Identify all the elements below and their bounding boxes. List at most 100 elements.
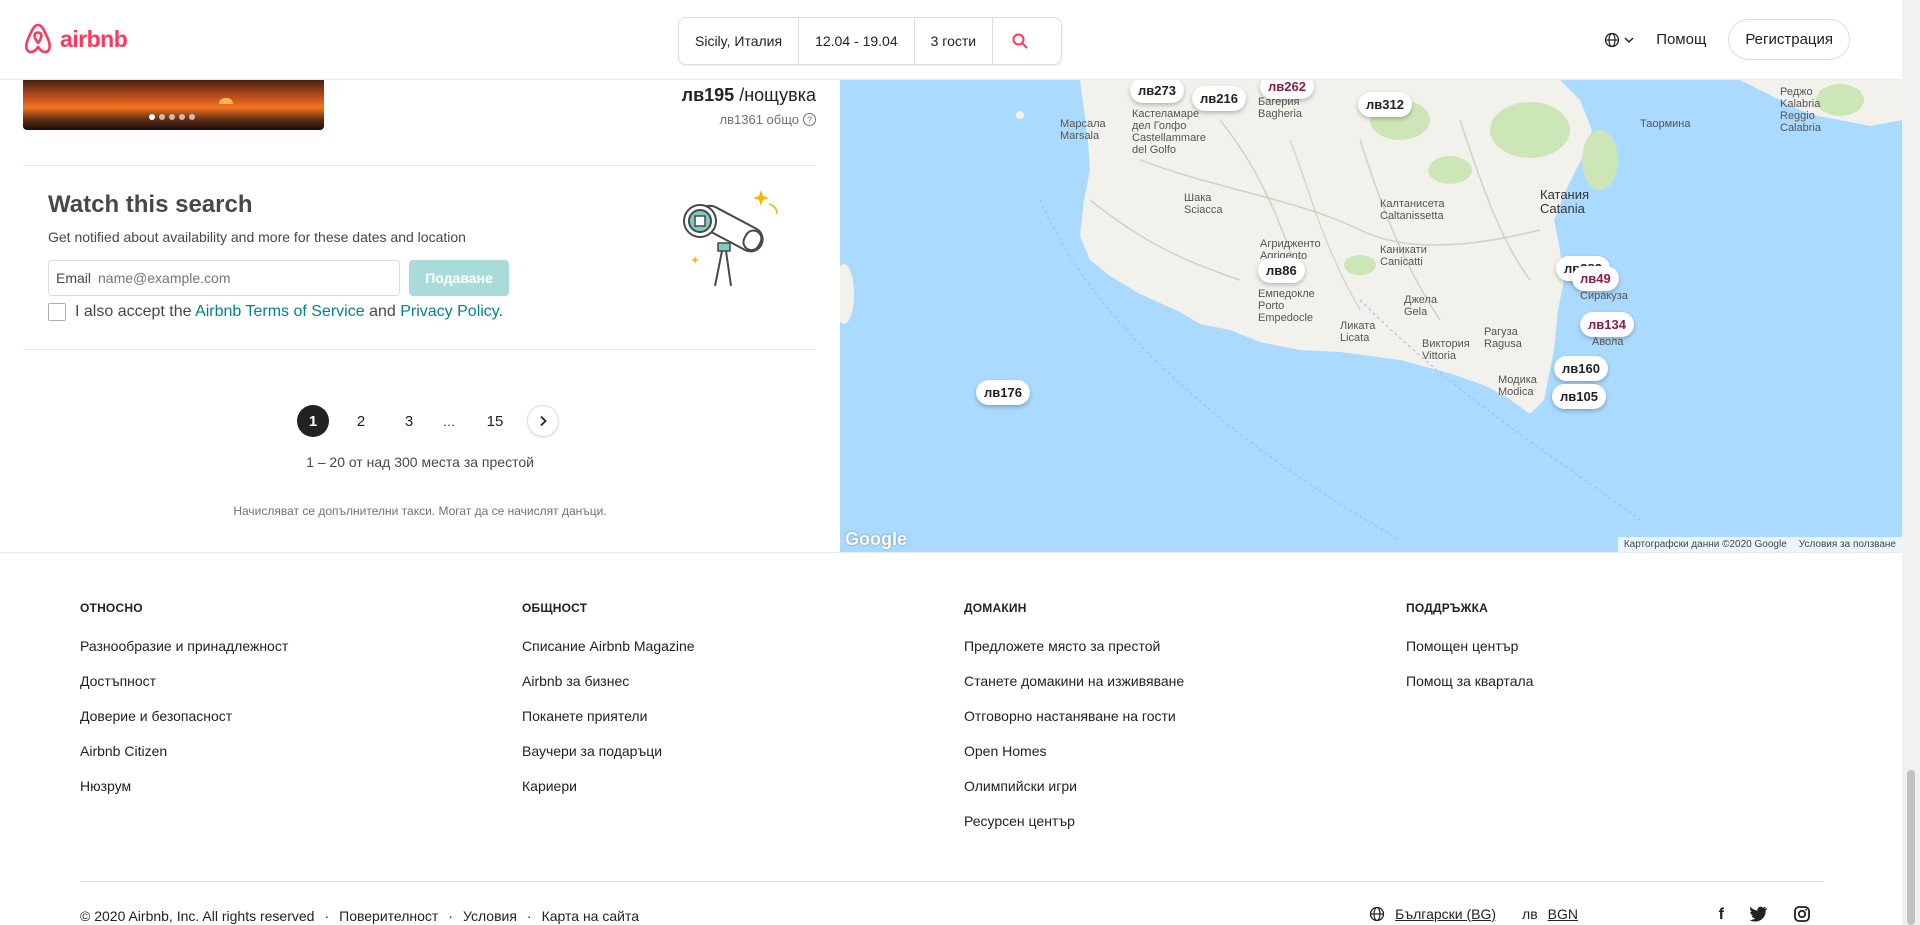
privacy-policy-link[interactable]: Privacy Policy <box>400 303 498 320</box>
social-links: f <box>1719 906 1810 924</box>
privacy-link[interactable]: Поверителност <box>339 908 438 924</box>
footer-link[interactable]: Разнообразие и принадлежност <box>80 638 288 654</box>
currency-symbol: лв <box>1522 906 1538 922</box>
airbnb-logo[interactable]: airbnb <box>22 22 128 56</box>
footer-link[interactable]: Open Homes <box>964 743 1184 759</box>
footer-link[interactable]: Помощен център <box>1406 638 1533 654</box>
airbnb-logo-text: airbnb <box>60 25 128 52</box>
map-town-label: Авола <box>1592 336 1624 348</box>
footer-link[interactable]: Airbnb Citizen <box>80 743 288 759</box>
map-town-label: Багерия Bagheria <box>1258 96 1303 120</box>
search-button[interactable] <box>993 18 1047 64</box>
instagram-icon[interactable] <box>1794 906 1810 922</box>
carousel-dot[interactable] <box>159 114 165 120</box>
map[interactable]: Марсала Marsala Кастеламаре дел Голфо Ca… <box>840 80 1902 552</box>
terms-consent: I also accept the Airbnb Terms of Servic… <box>48 303 503 321</box>
sitemap-link[interactable]: Карта на сайта <box>542 908 639 924</box>
watch-search-subtitle: Get notified about availability and more… <box>48 229 466 245</box>
map-price-pin[interactable]: лв86 <box>1258 258 1305 283</box>
facebook-icon[interactable]: f <box>1719 906 1724 924</box>
help-link[interactable]: Помощ <box>1656 31 1706 48</box>
map-town-label: Емпедокле Porto Empedocle <box>1258 288 1315 324</box>
terms-checkbox[interactable] <box>48 303 66 321</box>
language-link[interactable]: Български (BG) <box>1395 906 1496 922</box>
carousel-dot[interactable] <box>189 114 195 120</box>
map-price-pin[interactable]: лв312 <box>1358 92 1412 117</box>
footer-link[interactable]: Достъпност <box>80 673 288 689</box>
map-town-label: Таормина <box>1640 118 1691 130</box>
question-icon[interactable]: ? <box>803 113 816 126</box>
map-price-pin[interactable]: лв134 <box>1580 312 1634 337</box>
currency-link[interactable]: BGN <box>1548 906 1578 922</box>
chevron-down-icon <box>1624 36 1634 43</box>
footer-link[interactable]: Нюзрум <box>80 778 288 794</box>
email-label: Email <box>56 270 92 286</box>
map-price-pin[interactable]: лв262 <box>1260 80 1314 99</box>
signup-button[interactable]: Регистрация <box>1728 19 1850 60</box>
map-price-pin[interactable]: лв49 <box>1572 266 1619 291</box>
next-page-button[interactable] <box>527 405 559 437</box>
page-scrollbar[interactable] <box>1902 0 1920 925</box>
map-price-pin[interactable]: лв105 <box>1552 384 1606 409</box>
language-selector[interactable] <box>1604 32 1634 48</box>
page-2[interactable]: 2 <box>345 405 377 437</box>
footer-link[interactable]: Предложете място за престой <box>964 638 1184 654</box>
footer-link[interactable]: Кариери <box>522 778 695 794</box>
footer-link[interactable]: Списание Airbnb Magazine <box>522 638 695 654</box>
footer-link[interactable]: Airbnb за бизнес <box>522 673 695 689</box>
listing-photo[interactable] <box>23 80 324 130</box>
results-range: 1 – 20 от над 300 места за престой <box>306 454 534 470</box>
footer-link[interactable]: Станете домакини на изживяване <box>964 673 1184 689</box>
terms-link[interactable]: Условия <box>463 908 517 924</box>
twitter-icon[interactable] <box>1750 906 1768 922</box>
footer-link[interactable]: Помощ за квартала <box>1406 673 1533 689</box>
search-location[interactable]: Sicily, Италия <box>679 18 800 64</box>
listing-price: лв195 /нощувка <box>682 85 816 106</box>
map-town-label: Калтанисета Caltanissetta <box>1380 198 1445 222</box>
map-town-label: Шака Sciacca <box>1184 192 1223 216</box>
email-field[interactable]: Email <box>48 260 400 296</box>
divider <box>23 165 816 166</box>
footer-link[interactable]: Отговорно настаняване на гости <box>964 708 1184 724</box>
map-credits: Картографски данни ©2020 Google Условия … <box>1617 537 1902 552</box>
map-price-pin[interactable]: лв176 <box>976 380 1030 405</box>
separator: · <box>324 908 330 924</box>
search-bar[interactable]: Sicily, Италия 12.04 - 19.04 3 гости <box>678 17 1062 65</box>
terms-of-service-link[interactable]: Airbnb Terms of Service <box>195 303 365 320</box>
page-3[interactable]: 3 <box>393 405 425 437</box>
carousel-dot[interactable] <box>149 114 155 120</box>
footer-divider <box>80 881 1824 882</box>
listing-total-price: лв1361 общо ? <box>720 112 816 127</box>
photo-carousel-dots <box>149 114 195 120</box>
page-1[interactable]: 1 <box>297 405 329 437</box>
map-terms-link[interactable]: Условия за ползване <box>1793 537 1902 552</box>
email-input[interactable] <box>98 270 359 286</box>
search-dates[interactable]: 12.04 - 19.04 <box>799 18 915 64</box>
listing-total-text: лв1361 общо <box>719 112 799 127</box>
footer-link[interactable]: Поканете приятели <box>522 708 695 724</box>
map-town-label: Реджо Kalabria Reggio Calabria <box>1780 86 1821 134</box>
footer-locale: Български (BG) лв BGN <box>1369 906 1578 922</box>
map-price-pin[interactable]: лв273 <box>1130 80 1184 103</box>
listing-price-unit: /нощувка <box>734 85 816 105</box>
footer-link[interactable]: Ресурсен център <box>964 813 1184 829</box>
submit-button[interactable]: Подаване <box>409 260 509 296</box>
footer-link[interactable]: Олимпийски игри <box>964 778 1184 794</box>
page-15[interactable]: 15 <box>479 405 511 437</box>
search-icon <box>1012 33 1028 49</box>
footer-column-title: ОТНОСНО <box>80 601 143 615</box>
carousel-dot[interactable] <box>179 114 185 120</box>
chevron-right-icon <box>540 415 547 427</box>
map-price-pin[interactable]: лв216 <box>1192 86 1246 111</box>
footer-column-support: ПОДДРЪЖКА Помощен център Помощ за кварта… <box>1406 601 1533 708</box>
carousel-dot[interactable] <box>169 114 175 120</box>
footer-link[interactable]: Ваучери за подаръци <box>522 743 695 759</box>
page-ellipsis: … <box>442 413 456 429</box>
footer-link[interactable]: Доверие и безопасност <box>80 708 288 724</box>
separator: · <box>526 908 532 924</box>
globe-icon <box>1370 906 1385 922</box>
scrollbar-thumb[interactable] <box>1907 770 1915 925</box>
telescope-illustration-icon <box>683 190 778 287</box>
map-price-pin[interactable]: лв160 <box>1554 356 1608 381</box>
search-guests[interactable]: 3 гости <box>915 18 994 64</box>
